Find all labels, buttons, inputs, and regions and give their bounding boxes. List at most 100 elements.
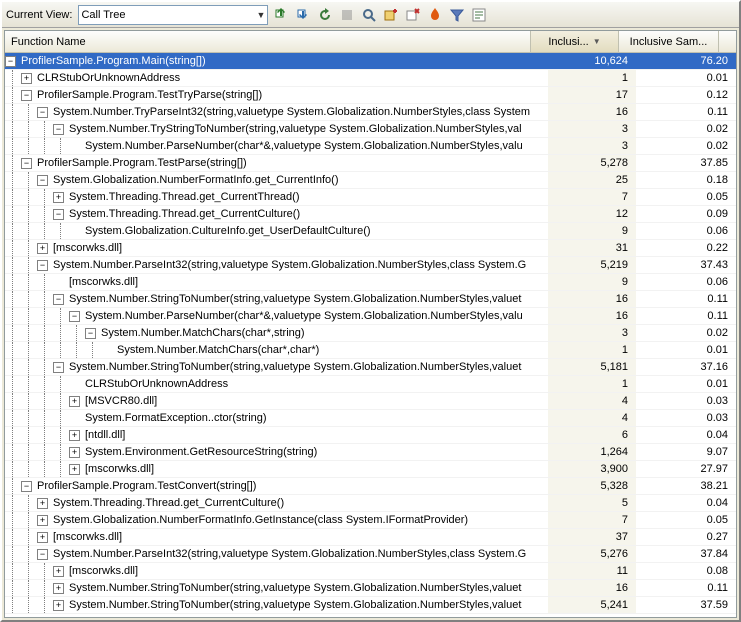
export-icon[interactable] (272, 6, 290, 24)
collapse-icon[interactable]: − (53, 362, 64, 373)
collapse-icon[interactable]: − (37, 175, 48, 186)
refresh-icon[interactable] (316, 6, 334, 24)
expand-icon[interactable]: + (53, 600, 64, 611)
table-row[interactable]: +CLRStubOrUnknownAddress10.01 (5, 70, 736, 87)
collapse-icon[interactable]: − (85, 328, 96, 339)
collapse-icon[interactable]: − (21, 158, 32, 169)
table-row[interactable]: −System.Number.ParseInt32(string,valuety… (5, 257, 736, 274)
table-row[interactable]: [mscorwks.dll]90.06 (5, 274, 736, 291)
cell-name: +[mscorwks.dll] (5, 529, 548, 545)
collapse-icon[interactable]: − (53, 124, 64, 135)
expand-icon[interactable]: + (37, 498, 48, 509)
table-row[interactable]: −ProfilerSample.Program.TestTryParse(str… (5, 87, 736, 104)
import-icon[interactable] (294, 6, 312, 24)
scrollbar-header-spacer (719, 31, 736, 52)
table-row[interactable]: −System.Number.StringToNumber(string,val… (5, 359, 736, 376)
table-row[interactable]: −ProfilerSample.Program.TestConvert(stri… (5, 478, 736, 495)
cell-inclusive-samples: 0.01 (636, 376, 736, 392)
expand-icon[interactable]: + (37, 532, 48, 543)
clear-icon[interactable] (404, 6, 422, 24)
table-row[interactable]: −ProfilerSample.Program.TestParse(string… (5, 155, 736, 172)
function-name: System.Number.TryStringToNumber(string,v… (67, 121, 522, 137)
expand-icon[interactable]: + (21, 73, 32, 84)
table-row[interactable]: −System.Threading.Thread.get_CurrentCult… (5, 206, 736, 223)
table-row[interactable]: −System.Number.StringToNumber(string,val… (5, 291, 736, 308)
toolbar: Current View: Call Tree ▼ (2, 2, 739, 28)
table-row[interactable]: −System.Number.MatchChars(char*,string)3… (5, 325, 736, 342)
expand-icon[interactable]: + (37, 515, 48, 526)
col-header-name[interactable]: Function Name (5, 31, 531, 52)
cell-inclusive: 4 (548, 393, 636, 409)
add-icon[interactable] (382, 6, 400, 24)
collapse-icon[interactable]: − (37, 107, 48, 118)
cell-inclusive-samples: 38.21 (636, 478, 736, 494)
table-row[interactable]: +[mscorwks.dll]310.22 (5, 240, 736, 257)
function-name: System.Number.TryParseInt32(string,value… (51, 104, 530, 120)
filter-icon[interactable] (448, 6, 466, 24)
expand-icon[interactable]: + (53, 192, 64, 203)
table-row[interactable]: −System.Globalization.NumberFormatInfo.g… (5, 172, 736, 189)
table-row[interactable]: System.FormatException..ctor(string)40.0… (5, 410, 736, 427)
stop-icon (338, 6, 356, 24)
table-row[interactable]: System.Number.ParseNumber(char*&,valuety… (5, 138, 736, 155)
expand-icon[interactable]: + (53, 566, 64, 577)
expand-icon[interactable]: + (53, 583, 64, 594)
cell-name: System.Number.ParseNumber(char*&,valuety… (5, 138, 548, 154)
cell-inclusive-samples: 37.84 (636, 546, 736, 562)
cell-inclusive: 16 (548, 104, 636, 120)
table-row[interactable]: +System.Threading.Thread.get_CurrentThre… (5, 189, 736, 206)
cell-inclusive: 1 (548, 376, 636, 392)
table-row[interactable]: +[mscorwks.dll]110.08 (5, 563, 736, 580)
collapse-icon[interactable]: − (37, 260, 48, 271)
properties-icon[interactable] (470, 6, 488, 24)
find-icon[interactable] (360, 6, 378, 24)
table-row[interactable]: +System.Environment.GetResourceString(st… (5, 444, 736, 461)
table-row[interactable]: −System.Number.TryParseInt32(string,valu… (5, 104, 736, 121)
cell-name: +System.Environment.GetResourceString(st… (5, 444, 548, 460)
table-row[interactable]: −System.Number.TryStringToNumber(string,… (5, 121, 736, 138)
view-select[interactable]: Call Tree ▼ (78, 5, 268, 25)
table-row[interactable]: +[mscorwks.dll]370.27 (5, 529, 736, 546)
table-row[interactable]: +System.Number.StringToNumber(string,val… (5, 580, 736, 597)
table-row[interactable]: +System.Threading.Thread.get_CurrentCult… (5, 495, 736, 512)
table-row[interactable]: +System.Globalization.NumberFormatInfo.G… (5, 512, 736, 529)
expand-icon[interactable]: + (69, 464, 80, 475)
table-row[interactable]: +[ntdll.dll]60.04 (5, 427, 736, 444)
cell-name: CLRStubOrUnknownAddress (5, 376, 548, 392)
table-row[interactable]: −System.Number.ParseInt32(string,valuety… (5, 546, 736, 563)
cell-inclusive: 17 (548, 87, 636, 103)
collapse-icon[interactable]: − (37, 549, 48, 560)
function-name: [mscorwks.dll] (51, 240, 122, 256)
cell-inclusive: 5,219 (548, 257, 636, 273)
expand-icon[interactable]: + (37, 243, 48, 254)
collapse-icon[interactable]: − (53, 294, 64, 305)
col-header-inclusive-samples[interactable]: Inclusive Sam... (619, 31, 719, 52)
expand-icon[interactable]: + (69, 447, 80, 458)
cell-name: +[ntdll.dll] (5, 427, 548, 443)
function-name: [mscorwks.dll] (83, 461, 154, 477)
function-name: CLRStubOrUnknownAddress (83, 376, 228, 392)
expand-icon[interactable]: + (69, 396, 80, 407)
hot-path-icon[interactable] (426, 6, 444, 24)
collapse-icon[interactable]: − (53, 209, 64, 220)
grid-body[interactable]: −ProfilerSample.Program.Main(string[])10… (5, 53, 736, 617)
collapse-icon[interactable]: − (21, 90, 32, 101)
expand-icon[interactable]: + (69, 430, 80, 441)
table-row[interactable]: +[mscorwks.dll]3,90027.97 (5, 461, 736, 478)
collapse-icon[interactable]: − (21, 481, 32, 492)
col-header-inclusive[interactable]: Inclusi... ▼ (531, 31, 619, 52)
table-row[interactable]: +System.Number.StringToNumber(string,val… (5, 597, 736, 614)
table-row[interactable]: CLRStubOrUnknownAddress 10.01 (5, 376, 736, 393)
function-name: System.Threading.Thread.get_CurrentCultu… (51, 495, 284, 511)
table-row[interactable]: −System.Number.ParseNumber(char*&,valuet… (5, 308, 736, 325)
cell-name: +System.Threading.Thread.get_CurrentThre… (5, 189, 548, 205)
collapse-icon[interactable]: − (69, 311, 80, 322)
table-row[interactable]: System.Number.MatchChars(char*,char*)10.… (5, 342, 736, 359)
collapse-icon[interactable]: − (5, 56, 16, 67)
table-row[interactable]: −ProfilerSample.Program.Main(string[])10… (5, 53, 736, 70)
cell-inclusive-samples: 0.18 (636, 172, 736, 188)
function-name: System.Number.StringToNumber(string,valu… (67, 580, 521, 596)
table-row[interactable]: System.Globalization.CultureInfo.get_Use… (5, 223, 736, 240)
table-row[interactable]: +[MSVCR80.dll]40.03 (5, 393, 736, 410)
cell-name: −System.Globalization.NumberFormatInfo.g… (5, 172, 548, 188)
